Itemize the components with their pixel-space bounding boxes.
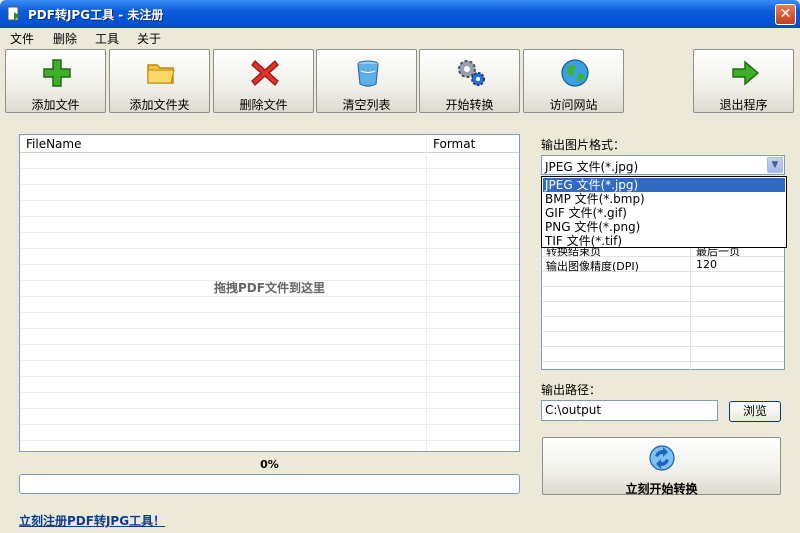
output-path-input[interactable]: C:\output bbox=[541, 400, 718, 421]
output-path-label: 输出路径： bbox=[541, 383, 602, 397]
exit-button[interactable]: 退出程序 bbox=[693, 49, 794, 113]
file-list[interactable]: FileName Format 拖拽PDF文件到这里 bbox=[19, 134, 520, 452]
option-row-empty bbox=[542, 303, 784, 317]
globe-icon bbox=[561, 59, 589, 87]
column-filename[interactable]: FileName bbox=[26, 137, 81, 151]
gears-icon bbox=[458, 60, 485, 86]
add-folder-button[interactable]: 添加文件夹 bbox=[109, 49, 210, 113]
visit-website-label: 访问网站 bbox=[549, 98, 598, 112]
add-folder-label: 添加文件夹 bbox=[129, 98, 190, 112]
format-option-jpg[interactable]: JPEG 文件(*.jpg) bbox=[543, 178, 785, 192]
option-key: 输出图像精度(DPI) bbox=[546, 260, 639, 273]
folder-icon bbox=[147, 64, 175, 84]
close-button[interactable]: ✕ bbox=[775, 4, 796, 25]
start-conversion-label: 立刻开始转换 bbox=[625, 482, 698, 496]
exit-arrow-icon bbox=[732, 60, 760, 86]
format-option-png[interactable]: PNG 文件(*.png) bbox=[543, 220, 785, 234]
menu-bar: 文件 删除 工具 关于 bbox=[0, 28, 800, 48]
file-list-rows bbox=[20, 153, 519, 451]
app-icon bbox=[7, 6, 20, 21]
option-row-empty bbox=[542, 288, 784, 302]
drop-hint: 拖拽PDF文件到这里 bbox=[214, 281, 325, 295]
option-row-empty bbox=[542, 273, 784, 287]
start-conversion-button[interactable]: 立刻开始转换 bbox=[542, 437, 781, 496]
delete-file-button[interactable]: 删除文件 bbox=[213, 49, 314, 113]
option-value: 120 bbox=[696, 258, 717, 271]
window-title: PDF转JPG工具 - 未注册 bbox=[28, 8, 164, 22]
menu-tools[interactable]: 工具 bbox=[95, 30, 119, 47]
output-format-dropdown: JPEG 文件(*.jpg) BMP 文件(*.bmp) GIF 文件(*.gi… bbox=[541, 176, 787, 248]
register-link[interactable]: 立刻注册PDF转JPG工具！ bbox=[19, 512, 165, 529]
add-file-button[interactable]: 添加文件 bbox=[5, 49, 106, 113]
chevron-down-icon[interactable]: ▼ bbox=[767, 157, 783, 173]
menu-file[interactable]: 文件 bbox=[10, 30, 34, 47]
output-format-select[interactable]: JPEG 文件(*.jpg) ▼ bbox=[541, 155, 785, 175]
progress-label: 0% bbox=[260, 458, 279, 471]
format-option-tif[interactable]: TIF 文件(*.tif) bbox=[543, 234, 785, 248]
column-format[interactable]: Format bbox=[433, 137, 475, 151]
option-row-empty bbox=[542, 318, 784, 332]
menu-delete[interactable]: 删除 bbox=[53, 30, 77, 47]
start-convert-toolbar-button[interactable]: 开始转换 bbox=[419, 49, 520, 113]
option-row-dpi[interactable]: 输出图像精度(DPI) 120 bbox=[542, 258, 784, 273]
option-row-empty bbox=[542, 348, 784, 362]
title-bar[interactable]: PDF转JPG工具 - 未注册 ✕ bbox=[0, 0, 800, 28]
delete-file-label: 删除文件 bbox=[239, 98, 288, 112]
add-file-label: 添加文件 bbox=[31, 98, 80, 112]
plus-icon bbox=[43, 59, 71, 87]
option-row-empty bbox=[542, 333, 784, 347]
menu-about[interactable]: 关于 bbox=[137, 30, 161, 47]
format-option-gif[interactable]: GIF 文件(*.gif) bbox=[543, 206, 785, 220]
clear-list-label: 清空列表 bbox=[342, 98, 391, 112]
trash-icon bbox=[357, 60, 379, 87]
delete-x-icon bbox=[251, 60, 279, 86]
progress-bar bbox=[19, 474, 520, 494]
clear-list-button[interactable]: 清空列表 bbox=[316, 49, 417, 113]
start-convert-label: 开始转换 bbox=[445, 98, 494, 112]
output-format-value: JPEG 文件(*.jpg) bbox=[545, 160, 639, 174]
file-list-header: FileName Format bbox=[20, 135, 519, 153]
browse-button[interactable]: 浏览 bbox=[729, 401, 781, 422]
convert-refresh-icon bbox=[649, 445, 675, 471]
visit-website-button[interactable]: 访问网站 bbox=[523, 49, 624, 113]
output-format-label: 输出图片格式： bbox=[541, 138, 626, 152]
format-option-bmp[interactable]: BMP 文件(*.bmp) bbox=[543, 192, 785, 206]
exit-label: 退出程序 bbox=[719, 98, 768, 112]
toolbar: 添加文件 添加文件夹 删除文件 清空列表 开始转换 访问网站 退出程序 bbox=[0, 48, 800, 114]
